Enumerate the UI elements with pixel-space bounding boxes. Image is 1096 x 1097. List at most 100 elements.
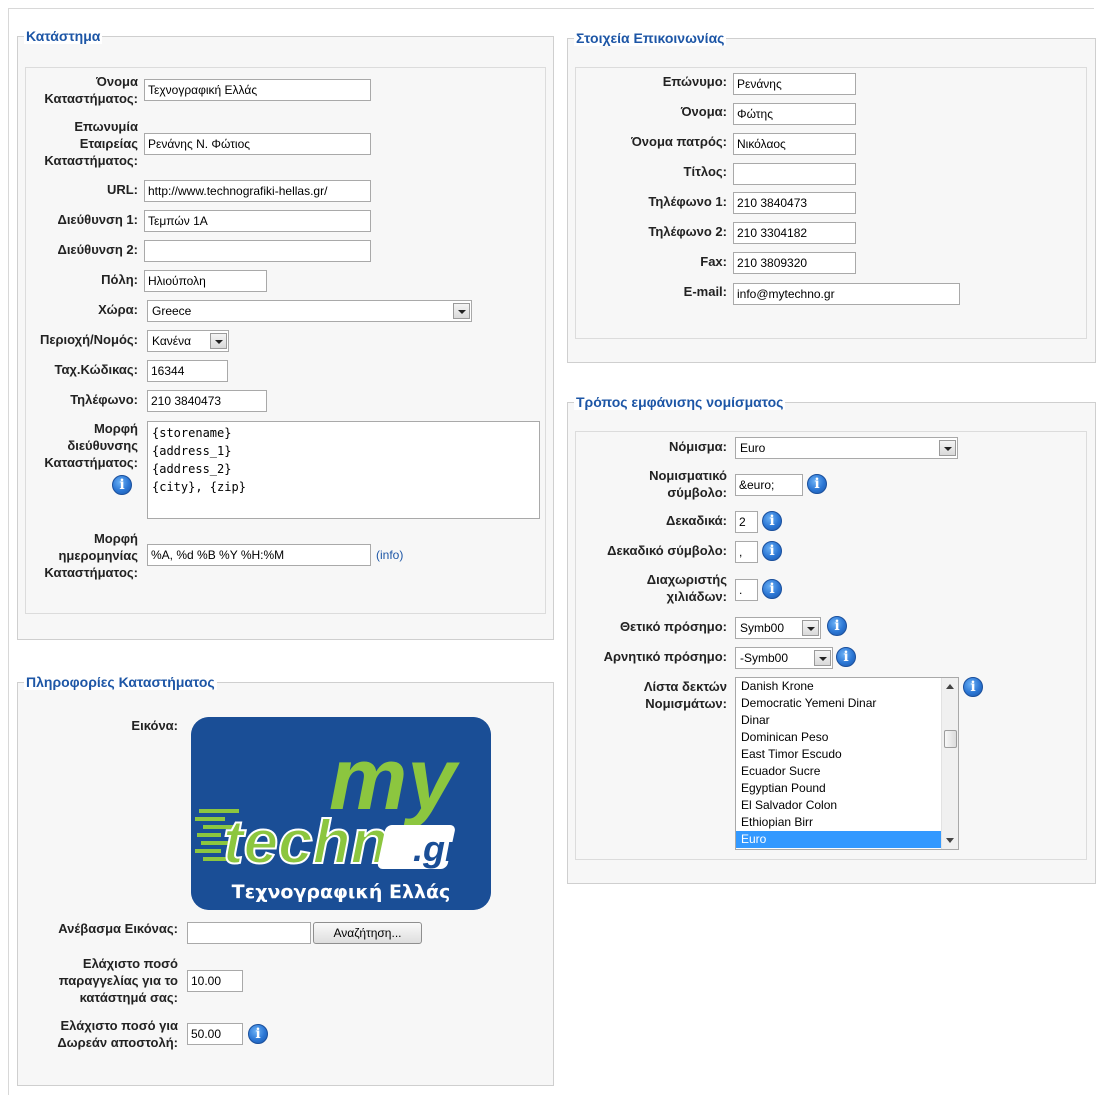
currency-label: Νόμισμα: (668, 439, 727, 454)
accepted-currencies-listbox[interactable]: Danish Krone Democratic Yemeni Dinar Dinar… (735, 677, 959, 850)
logo-caption: Τεχνογραφική Ελλάς (232, 881, 451, 903)
info-icon[interactable]: i (836, 647, 856, 667)
region-label: Περιοχή/Νομός: (39, 332, 138, 347)
decimal-symbol-input[interactable]: , (735, 541, 758, 563)
father-name-label: Όνομα πατρός: (631, 134, 727, 149)
country-label: Χώρα: (98, 302, 138, 317)
currency-list-item[interactable]: Egyptian Pound (736, 780, 958, 797)
chevron-down-icon[interactable] (453, 303, 470, 319)
zip-input[interactable]: 16344 (147, 360, 228, 382)
region-select-value: Κανένα (152, 334, 192, 348)
phone1-input[interactable]: 210 3840473 (733, 192, 856, 214)
region-select[interactable]: Κανένα (147, 330, 229, 352)
scroll-up-icon[interactable] (946, 684, 954, 689)
negative-format-value: -Symb00 (740, 651, 789, 665)
contact-legend: Στοιχεία Επικοινωνίας (574, 30, 727, 46)
currency-list-item[interactable]: El Salvador Colon (736, 797, 958, 814)
positive-format-label: Θετικό πρόσημο: (619, 619, 727, 634)
city-label: Πόλη: (101, 272, 138, 287)
info-icon[interactable]: i (807, 474, 827, 494)
title-label: Τίτλος: (683, 164, 727, 179)
currency-list-item[interactable]: Euro (736, 831, 958, 848)
country-select[interactable]: Greece (147, 300, 472, 322)
phone2-input[interactable]: 210 3304182 (733, 222, 856, 244)
city-input[interactable]: Ηλιούπολη (144, 270, 267, 292)
chevron-down-icon[interactable] (814, 650, 831, 666)
address2-label: Διεύθυνση 2: (57, 242, 138, 257)
phone2-label: Τηλέφωνο 2: (648, 224, 727, 239)
currency-list-item[interactable]: Ethiopian Birr (736, 814, 958, 831)
currency-select[interactable]: Euro (735, 437, 958, 459)
info-icon[interactable]: i (762, 579, 782, 599)
email-input[interactable]: info@mytechno.gr (733, 283, 960, 305)
positive-format-value: Symb00 (740, 621, 785, 635)
negative-format-select[interactable]: -Symb00 (735, 647, 833, 669)
address-format-textarea[interactable]: {storename} {address_1} {address_2} {cit… (147, 421, 540, 519)
title-input[interactable] (733, 163, 856, 185)
accepted-currencies-items: Danish Krone Democratic Yemeni Dinar Dinar… (736, 678, 958, 848)
chevron-down-icon[interactable] (210, 333, 227, 349)
info-icon[interactable]: i (762, 511, 782, 531)
phone-label: Τηλέφωνο: (70, 392, 138, 407)
currency-select-value: Euro (740, 441, 766, 455)
fax-input[interactable]: 210 3809320 (733, 252, 856, 274)
fax-label: Fax: (700, 254, 727, 269)
store-legend: Κατάστημα (24, 28, 103, 44)
currency-symbol-input[interactable]: &euro; (735, 474, 803, 496)
phone1-label: Τηλέφωνο 1: (648, 194, 727, 209)
currency-list-item[interactable]: Danish Krone (736, 678, 958, 695)
positive-format-select[interactable]: Symb00 (735, 617, 821, 639)
address2-input[interactable] (144, 240, 371, 262)
free-shipping-input[interactable]: 50.00 (187, 1023, 243, 1045)
decimal-symbol-label: Δεκαδικό σύμβολο: (607, 543, 727, 558)
decimals-label: Δεκαδικά: (666, 513, 727, 528)
currency-list-item[interactable]: Democratic Yemeni Dinar (736, 695, 958, 712)
min-order-label: Ελάχιστο ποσό παραγγελίας για το κατάστημά… (58, 956, 178, 1005)
scroll-down-icon[interactable] (946, 838, 954, 843)
decimals-input[interactable]: 2 (735, 511, 758, 533)
url-label: URL: (106, 182, 138, 197)
address1-label: Διεύθυνση 1: (57, 212, 138, 227)
email-label: E-mail: (683, 284, 727, 299)
thousands-separator-input[interactable]: . (735, 579, 758, 601)
chevron-down-icon[interactable] (802, 620, 819, 636)
store-name-label: Όνομα Καταστήματος: (44, 74, 138, 106)
currency-list-item[interactable]: Dinar (736, 712, 958, 729)
surname-input[interactable]: Ρενάνης (733, 73, 856, 95)
firstname-input[interactable]: Φώτης (733, 103, 856, 125)
info-icon[interactable]: i (762, 541, 782, 561)
date-format-info-link[interactable]: (info) (376, 548, 403, 562)
info-icon[interactable]: i (112, 475, 132, 495)
address1-input[interactable]: Τεμπών 1Α (144, 210, 371, 232)
date-format-label: Μορφή ημερομηνίας Καταστήματος: (44, 531, 138, 580)
company-name-input[interactable]: Ρενάνης Ν. Φώτιος (144, 133, 371, 155)
currency-legend: Τρόπος εμφάνισης νομίσματος (574, 394, 786, 410)
country-select-value: Greece (152, 304, 192, 318)
store-info-legend: Πληροφορίες Καταστήματος (24, 674, 217, 690)
currency-list-item[interactable]: Ecuador Sucre (736, 763, 958, 780)
browse-button[interactable]: Αναζήτηση... (313, 922, 422, 944)
thousands-separator-label: Διαχωριστής χιλιάδων: (646, 572, 727, 604)
currency-list-item[interactable]: East Timor Escudo (736, 746, 958, 763)
chevron-down-icon[interactable] (939, 440, 956, 456)
min-order-input[interactable]: 10.00 (187, 970, 243, 992)
url-input[interactable]: http://www.technografiki-hellas.gr/ (144, 180, 371, 202)
address-format-label: Μορφή διεύθυνσης Καταστήματος: (44, 421, 138, 470)
zip-label: Ταχ.Κώδικας: (54, 362, 138, 377)
upload-file-input[interactable] (187, 922, 311, 944)
date-format-input[interactable]: %A, %d %B %Y %H:%M (147, 544, 371, 566)
company-name-label: Επωνυμία Εταιρείας Καταστήματος: (44, 119, 138, 168)
store-name-input[interactable]: Τεχνογραφική Ελλάς (144, 79, 371, 101)
phone-input[interactable]: 210 3840473 (147, 390, 267, 412)
info-icon[interactable]: i (827, 616, 847, 636)
currency-list-item[interactable]: Dominican Peso (736, 729, 958, 746)
free-shipping-label: Ελάχιστο ποσό για Δωρεάν αποστολή: (57, 1018, 178, 1050)
accepted-currencies-label: Λίστα δεκτών Νομισμάτων: (643, 679, 727, 711)
info-icon[interactable]: i (248, 1024, 268, 1044)
logo-gr-text: .gr (413, 828, 461, 869)
scroll-thumb[interactable] (944, 730, 957, 748)
info-icon[interactable]: i (963, 677, 983, 697)
father-name-input[interactable]: Νικόλαος (733, 133, 856, 155)
listbox-scrollbar[interactable] (941, 678, 958, 849)
currency-symbol-label: Νομισματικό σύμβολο: (649, 468, 727, 500)
